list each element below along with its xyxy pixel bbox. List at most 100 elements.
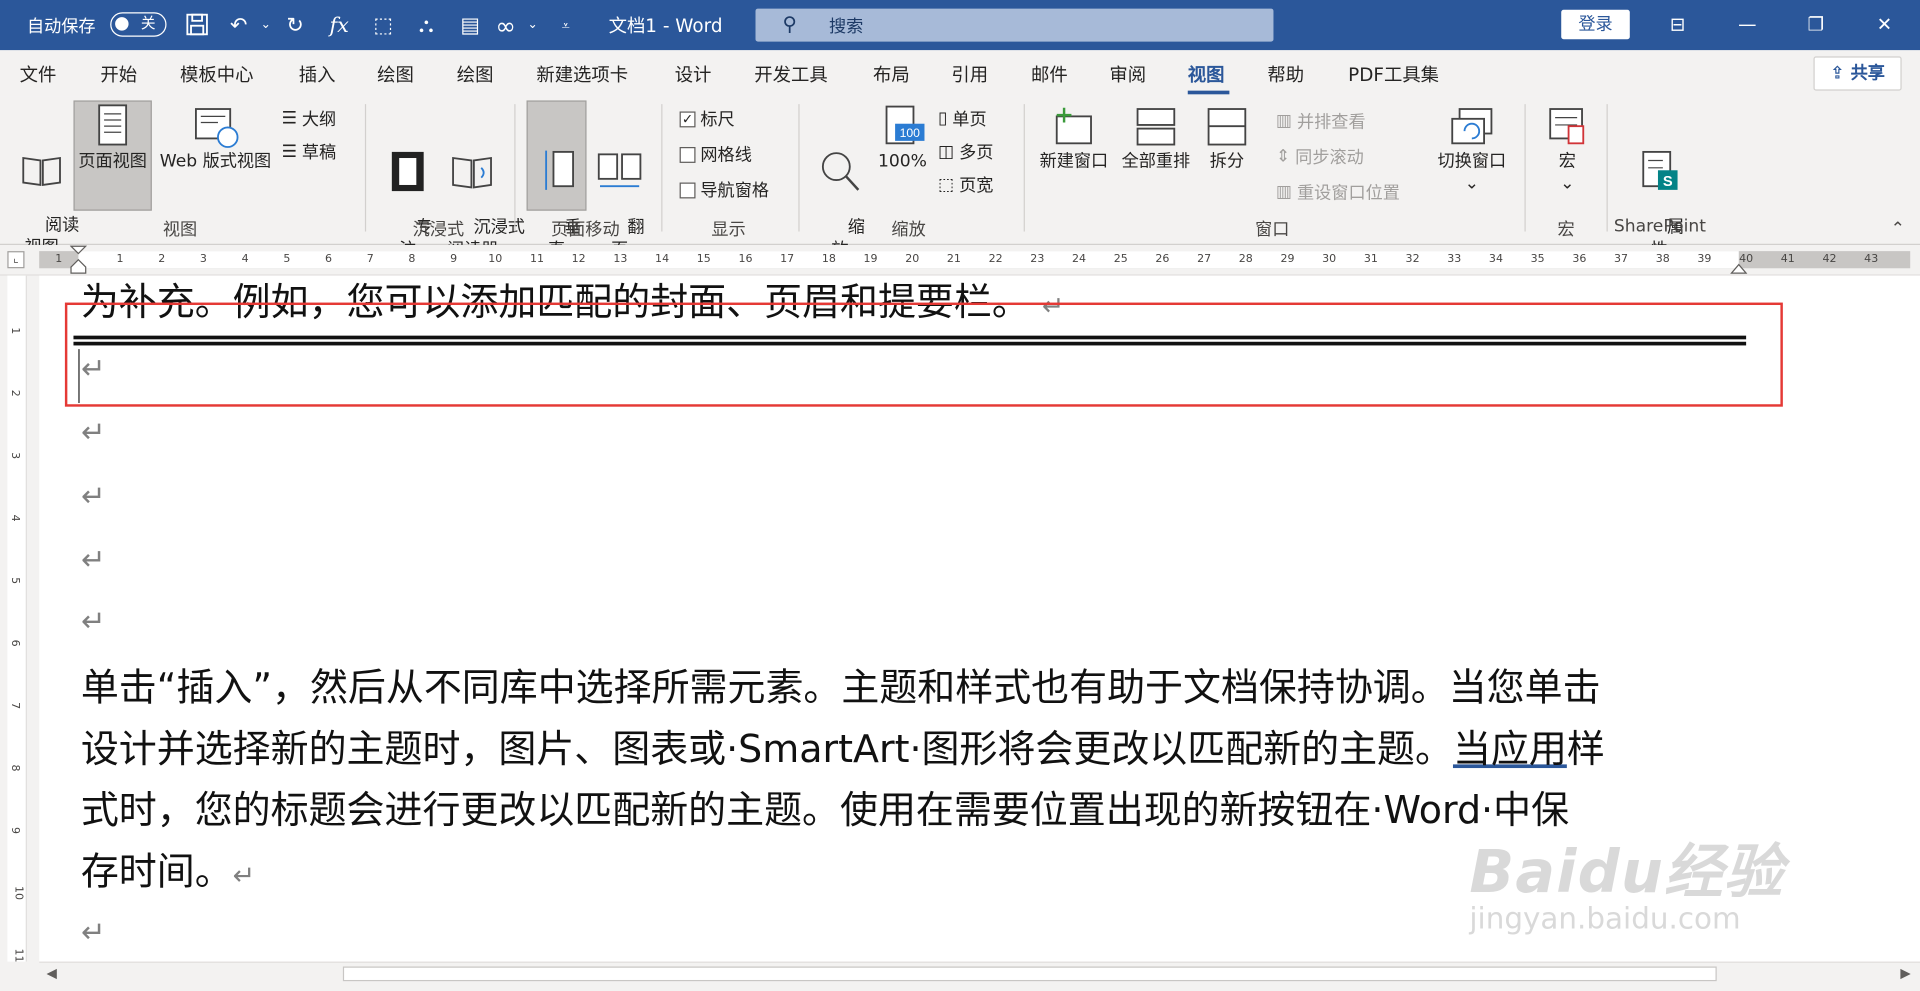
function-icon[interactable]: fx bbox=[326, 12, 353, 39]
multiple-pages-button[interactable]: ◫ 多页 bbox=[938, 140, 993, 164]
ruler-number: 35 bbox=[1530, 253, 1545, 266]
hierarchy-icon[interactable]: ⛬ bbox=[413, 12, 440, 39]
redo-icon[interactable]: ↻ bbox=[282, 12, 309, 39]
login-button[interactable]: 登录 bbox=[1561, 9, 1630, 40]
svg-text:S: S bbox=[1663, 174, 1673, 190]
tab-developer[interactable]: 开发工具 bbox=[754, 61, 827, 87]
reset-position-button[interactable]: ▥ 重设窗口位置 bbox=[1276, 180, 1400, 204]
ruler-number: 10 bbox=[488, 253, 503, 266]
zoom-100-button[interactable]: 100 100% bbox=[874, 104, 930, 209]
restore-icon[interactable]: ❐ bbox=[1798, 10, 1835, 39]
tab-layout[interactable]: 布局 bbox=[873, 61, 910, 87]
side-by-side-button[interactable]: ▥ 并排查看 bbox=[1276, 109, 1366, 133]
scroll-left-icon[interactable]: ◀ bbox=[47, 965, 57, 981]
zoom-100-label: 100% bbox=[877, 151, 927, 172]
page-movement-group-label: 页面移动 bbox=[551, 220, 620, 241]
tab-review[interactable]: 审阅 bbox=[1109, 61, 1146, 87]
body-line-tail: 样 bbox=[1566, 727, 1605, 772]
focus-button[interactable]: 专 注 bbox=[380, 104, 436, 260]
ruler-number: 14 bbox=[655, 253, 670, 266]
book-icon bbox=[22, 156, 61, 187]
print-layout-button[interactable]: 页面视图 bbox=[73, 100, 152, 211]
sync-scroll-button[interactable]: ⇕ 同步滚动 bbox=[1276, 145, 1364, 169]
body-line[interactable]: 单击“插入”，然后从不同库中选择所需元素。主题和样式也有助于文档保持协调。当您单… bbox=[81, 658, 1601, 719]
minimize-icon[interactable]: — bbox=[1729, 10, 1766, 39]
new-window-button[interactable]: 新建窗口 bbox=[1036, 104, 1112, 209]
vertical-ruler[interactable]: 1 2 3 4 5 6 7 8 9 10 11 bbox=[7, 275, 27, 962]
ribbon-display-icon[interactable]: ⊟ bbox=[1659, 10, 1696, 39]
search-input[interactable]: ⚲ 搜索 bbox=[755, 8, 1274, 42]
outline-button[interactable]: ☰ 大纲 bbox=[282, 107, 337, 131]
nav-pane-checkbox[interactable]: 导航窗格 bbox=[679, 178, 769, 202]
macros-button[interactable]: 宏 ⌄ bbox=[1540, 104, 1594, 209]
zoom-button[interactable]: 缩 放 bbox=[813, 104, 867, 260]
ruler-number: 31 bbox=[1363, 253, 1378, 266]
page-width-icon: ⬚ bbox=[937, 175, 955, 195]
tab-view[interactable]: 视图 bbox=[1188, 61, 1225, 87]
undo-icon[interactable]: ↶ bbox=[225, 12, 252, 39]
share-label: 共享 bbox=[1850, 63, 1885, 84]
properties-button[interactable]: S 属 性 bbox=[1629, 104, 1690, 260]
tab-design[interactable]: 设计 bbox=[675, 61, 712, 87]
tab-draw[interactable]: 绘图 bbox=[377, 61, 414, 87]
vertical-button[interactable]: 垂 直 bbox=[526, 100, 587, 260]
tab-pdf-tools[interactable]: PDF工具集 bbox=[1348, 61, 1439, 87]
empty-paragraph[interactable]: ↵ bbox=[81, 604, 106, 638]
undo-dropdown-icon[interactable]: ⌄ bbox=[252, 12, 279, 39]
ruler-number: 43 bbox=[1864, 253, 1879, 266]
select-icon[interactable]: ⬚ bbox=[370, 12, 397, 39]
indent-marker-icon[interactable] bbox=[69, 245, 87, 276]
tab-draw-2[interactable]: 绘图 bbox=[457, 61, 494, 87]
split-button[interactable]: 拆分 bbox=[1200, 104, 1254, 209]
empty-paragraph[interactable]: ↵ bbox=[81, 915, 106, 949]
autosave-toggle[interactable]: 关 bbox=[110, 12, 167, 37]
document-icon[interactable]: ▤ bbox=[457, 12, 484, 39]
customize-icon[interactable]: ⩡ bbox=[552, 12, 579, 39]
share-button[interactable]: ⇪ 共享 bbox=[1813, 56, 1902, 91]
body-line[interactable]: 设计并选择新的主题时，图片、图表或·SmartArt·图形将会更改以匹配新的主题… bbox=[81, 719, 1605, 780]
body-line-text: 设计并选择新的主题时，图片、图表或·SmartArt·图形将会更改以匹配新的主题… bbox=[80, 727, 1453, 772]
ruler-number: 27 bbox=[1197, 253, 1212, 266]
save-icon[interactable] bbox=[184, 12, 211, 39]
infinity-dropdown-icon[interactable]: ⌄ bbox=[519, 12, 546, 39]
scroll-right-icon[interactable]: ▶ bbox=[1900, 965, 1910, 981]
empty-paragraph[interactable]: ↵ bbox=[81, 352, 106, 386]
tab-help[interactable]: 帮助 bbox=[1267, 61, 1304, 87]
immersive-reader-button[interactable]: 沉浸式 阅读器 bbox=[441, 104, 525, 260]
one-page-button[interactable]: ▯ 单页 bbox=[938, 107, 987, 131]
tab-insert[interactable]: 插入 bbox=[299, 61, 336, 87]
body-line[interactable]: 存时间。↵ bbox=[81, 842, 255, 908]
tab-templates[interactable]: 模板中心 bbox=[180, 61, 253, 87]
infinity-icon[interactable]: ∞ bbox=[492, 12, 519, 39]
vertical-ruler-number: 6 bbox=[8, 639, 21, 647]
arrange-all-button[interactable]: 全部重排 bbox=[1117, 104, 1195, 209]
tab-file[interactable]: 文件 bbox=[20, 61, 57, 87]
ruler-checkbox[interactable]: ✓ 标尺 bbox=[679, 107, 735, 131]
empty-paragraph[interactable]: ↵ bbox=[81, 543, 106, 577]
gridlines-check-icon bbox=[679, 146, 696, 163]
switch-windows-button[interactable]: 切换窗口 ⌄ bbox=[1433, 104, 1511, 209]
tab-mailings[interactable]: 邮件 bbox=[1031, 61, 1068, 87]
tab-new-tab[interactable]: 新建选项卡 bbox=[536, 61, 628, 87]
gridlines-checkbox[interactable]: 网格线 bbox=[679, 142, 752, 166]
scrollbar-thumb[interactable] bbox=[342, 966, 1717, 982]
page-width-button[interactable]: ⬚ 页宽 bbox=[938, 173, 993, 197]
tab-home[interactable]: 开始 bbox=[100, 61, 137, 87]
close-icon[interactable]: ✕ bbox=[1866, 10, 1903, 39]
ruler-number: 24 bbox=[1071, 253, 1087, 266]
underlined-text: 当应用 bbox=[1452, 727, 1567, 772]
document-title: 文档1 - Word bbox=[608, 14, 723, 37]
tab-selector-icon[interactable]: ⌞ bbox=[7, 251, 25, 269]
ruler-number: 36 bbox=[1572, 253, 1587, 266]
horizontal-scrollbar[interactable]: ◀ ▶ bbox=[39, 961, 1920, 984]
body-line[interactable]: 式时，您的标题会进行更改以匹配新的主题。使用在需要位置出现的新按钮在·Word·… bbox=[81, 780, 1569, 841]
web-layout-button[interactable]: Web 版式视图 bbox=[157, 104, 275, 209]
empty-paragraph[interactable]: ↵ bbox=[81, 479, 106, 513]
read-mode-button[interactable]: 阅读 视图 bbox=[12, 104, 79, 257]
tab-references[interactable]: 引用 bbox=[951, 61, 988, 87]
horizontal-ruler[interactable]: ⌞ 1 1 2 3 4 5 6 7 8 9 10 11 12 13 14 15 16 17 18 19 20 21 22 23… bbox=[0, 244, 1920, 276]
side-to-side-button[interactable]: 翻 页 bbox=[590, 104, 649, 260]
draft-button[interactable]: ☰ 草稿 bbox=[282, 140, 337, 164]
empty-paragraph[interactable]: ↵ bbox=[81, 415, 106, 449]
collapse-ribbon-icon[interactable]: ⌃ bbox=[1891, 219, 1905, 239]
